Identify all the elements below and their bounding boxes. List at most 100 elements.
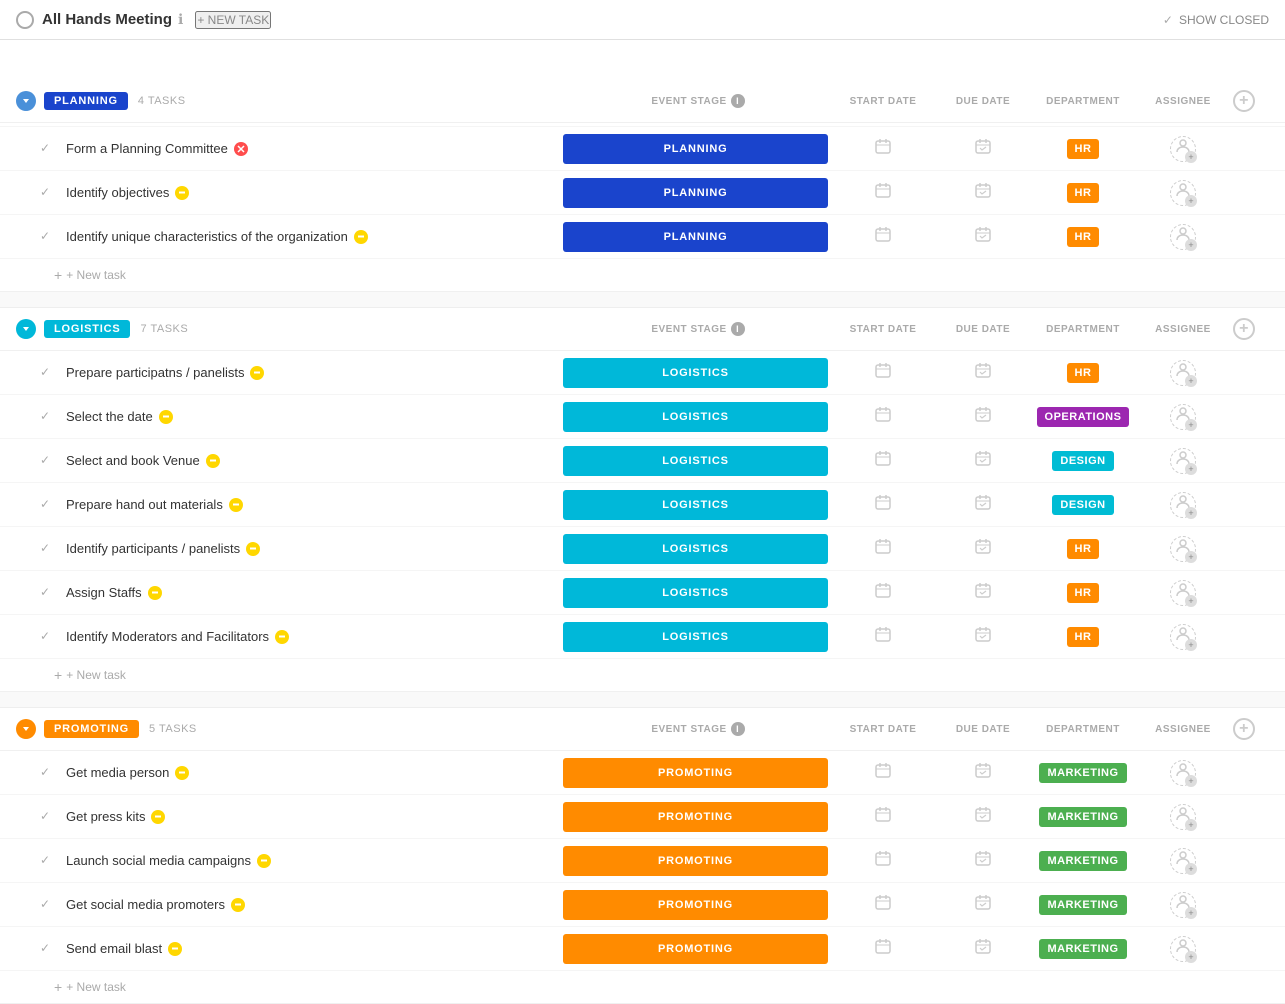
stage-pill[interactable]: LOGISTICS — [563, 402, 828, 432]
stage-pill[interactable]: PLANNING — [563, 222, 828, 252]
start-date-icon[interactable] — [875, 894, 891, 915]
start-date-icon[interactable] — [875, 938, 891, 959]
show-closed-button[interactable]: ✓ SHOW CLOSED — [1163, 13, 1269, 27]
department-cell[interactable]: MARKETING — [1033, 763, 1133, 783]
stage-pill[interactable]: LOGISTICS — [563, 534, 828, 564]
start-date-icon[interactable] — [875, 450, 891, 471]
start-date-icon[interactable] — [875, 226, 891, 247]
department-cell[interactable]: MARKETING — [1033, 807, 1133, 827]
task-check-icon[interactable]: ✓ — [40, 453, 56, 469]
start-date-icon[interactable] — [875, 850, 891, 871]
due-date-cell[interactable] — [933, 626, 1033, 647]
start-date-icon[interactable] — [875, 762, 891, 783]
start-date-cell[interactable] — [833, 538, 933, 559]
add-column-button[interactable]: + — [1233, 318, 1255, 340]
department-cell[interactable]: HR — [1033, 539, 1133, 559]
start-date-icon[interactable] — [875, 138, 891, 159]
start-date-cell[interactable] — [833, 806, 933, 827]
start-date-cell[interactable] — [833, 362, 933, 383]
due-date-cell[interactable] — [933, 582, 1033, 603]
due-date-cell[interactable] — [933, 226, 1033, 247]
due-date-cell[interactable] — [933, 494, 1033, 515]
assignee-cell[interactable] — [1133, 580, 1233, 606]
task-check-icon[interactable]: ✓ — [40, 853, 56, 869]
start-date-icon[interactable] — [875, 538, 891, 559]
stage-pill[interactable]: PROMOTING — [563, 934, 828, 964]
due-date-icon[interactable] — [975, 538, 991, 559]
section-toggle-logistics[interactable] — [16, 319, 36, 339]
task-check-icon[interactable]: ✓ — [40, 941, 56, 957]
due-date-icon[interactable] — [975, 806, 991, 827]
start-date-cell[interactable] — [833, 494, 933, 515]
due-date-cell[interactable] — [933, 182, 1033, 203]
stage-pill[interactable]: LOGISTICS — [563, 446, 828, 476]
due-date-icon[interactable] — [975, 362, 991, 383]
start-date-cell[interactable] — [833, 850, 933, 871]
due-date-cell[interactable] — [933, 894, 1033, 915]
assignee-icon[interactable] — [1170, 536, 1196, 562]
due-date-cell[interactable] — [933, 762, 1033, 783]
assignee-cell[interactable] — [1133, 136, 1233, 162]
start-date-cell[interactable] — [833, 406, 933, 427]
department-cell[interactable]: DESIGN — [1033, 495, 1133, 515]
assignee-icon[interactable] — [1170, 404, 1196, 430]
assignee-cell[interactable] — [1133, 448, 1233, 474]
assignee-cell[interactable] — [1133, 180, 1233, 206]
stage-pill[interactable]: LOGISTICS — [563, 622, 828, 652]
department-cell[interactable]: MARKETING — [1033, 939, 1133, 959]
add-column-button[interactable]: + — [1233, 718, 1255, 740]
stage-pill[interactable]: LOGISTICS — [563, 578, 828, 608]
assignee-icon[interactable] — [1170, 624, 1196, 650]
stage-pill[interactable]: PLANNING — [563, 134, 828, 164]
stage-pill[interactable]: LOGISTICS — [563, 490, 828, 520]
start-date-cell[interactable] — [833, 762, 933, 783]
assignee-icon[interactable] — [1170, 580, 1196, 606]
new-task-row-logistics[interactable]: ++ New task — [0, 659, 1285, 692]
task-check-icon[interactable]: ✓ — [40, 365, 56, 381]
due-date-cell[interactable] — [933, 362, 1033, 383]
assignee-cell[interactable] — [1133, 624, 1233, 650]
assignee-cell[interactable] — [1133, 936, 1233, 962]
start-date-cell[interactable] — [833, 138, 933, 159]
section-toggle-promoting[interactable] — [16, 719, 36, 739]
task-check-icon[interactable]: ✓ — [40, 541, 56, 557]
assignee-cell[interactable] — [1133, 536, 1233, 562]
stage-pill[interactable]: PROMOTING — [563, 890, 828, 920]
event-stage-info-icon[interactable]: i — [731, 322, 745, 336]
stage-pill[interactable]: PLANNING — [563, 178, 828, 208]
department-cell[interactable]: HR — [1033, 139, 1133, 159]
due-date-icon[interactable] — [975, 406, 991, 427]
start-date-cell[interactable] — [833, 226, 933, 247]
assignee-cell[interactable] — [1133, 760, 1233, 786]
assignee-icon[interactable] — [1170, 804, 1196, 830]
task-check-icon[interactable]: ✓ — [40, 809, 56, 825]
due-date-icon[interactable] — [975, 182, 991, 203]
start-date-cell[interactable] — [833, 894, 933, 915]
task-check-icon[interactable]: ✓ — [40, 629, 56, 645]
department-cell[interactable]: MARKETING — [1033, 851, 1133, 871]
stage-pill[interactable]: PROMOTING — [563, 802, 828, 832]
start-date-icon[interactable] — [875, 806, 891, 827]
start-date-cell[interactable] — [833, 182, 933, 203]
due-date-cell[interactable] — [933, 538, 1033, 559]
stage-pill[interactable]: PROMOTING — [563, 846, 828, 876]
department-cell[interactable]: OPERATIONS — [1033, 407, 1133, 427]
assignee-icon[interactable] — [1170, 136, 1196, 162]
assignee-cell[interactable] — [1133, 892, 1233, 918]
department-cell[interactable]: HR — [1033, 627, 1133, 647]
assignee-icon[interactable] — [1170, 492, 1196, 518]
assignee-icon[interactable] — [1170, 360, 1196, 386]
task-check-icon[interactable]: ✓ — [40, 185, 56, 201]
assignee-icon[interactable] — [1170, 760, 1196, 786]
start-date-cell[interactable] — [833, 938, 933, 959]
due-date-icon[interactable] — [975, 226, 991, 247]
start-date-cell[interactable] — [833, 582, 933, 603]
add-column-button[interactable]: + — [1233, 90, 1255, 112]
due-date-cell[interactable] — [933, 806, 1033, 827]
task-check-icon[interactable]: ✓ — [40, 897, 56, 913]
department-cell[interactable]: HR — [1033, 583, 1133, 603]
department-cell[interactable]: HR — [1033, 183, 1133, 203]
task-check-icon[interactable]: ✓ — [40, 765, 56, 781]
task-check-icon[interactable]: ✓ — [40, 229, 56, 245]
start-date-cell[interactable] — [833, 626, 933, 647]
